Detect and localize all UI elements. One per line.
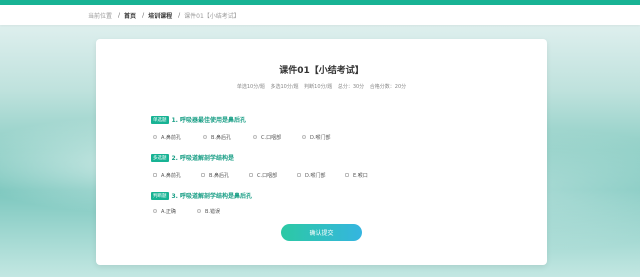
option-a[interactable]: A.鼻前孔 [153, 134, 203, 141]
option-e[interactable]: E.喉口 [345, 172, 385, 179]
breadcrumb-separator: / [178, 11, 181, 19]
breadcrumb-separator: / [142, 11, 145, 19]
radio-button[interactable] [153, 135, 157, 139]
option-label: D.喉门部 [305, 172, 326, 179]
checkbox[interactable] [153, 173, 157, 177]
option-c[interactable]: C.口咽部 [253, 134, 302, 141]
question-1: 单选题 1. 呼吸器最佳使用是鼻后孔 [151, 115, 246, 124]
checkbox[interactable] [201, 173, 205, 177]
radio-button[interactable] [153, 209, 157, 213]
question-type-badge: 单选题 [151, 115, 169, 124]
breadcrumb-current: 课件01【小结考试】 [184, 12, 240, 20]
question-3: 判断题 3. 呼吸道解剖学结构是鼻后孔 [151, 191, 252, 200]
option-c[interactable]: C.口咽部 [249, 172, 297, 179]
breadcrumb-separator: / [118, 11, 121, 19]
question-text: 2. 呼吸道解剖学结构是 [171, 155, 235, 162]
radio-button[interactable] [203, 135, 207, 139]
checkbox[interactable] [297, 173, 301, 177]
option-label: C.口咽部 [257, 172, 278, 179]
option-d[interactable]: D.喉门部 [302, 134, 352, 141]
radio-button[interactable] [253, 135, 257, 139]
breadcrumb-prefix: 当前位置 [88, 12, 113, 20]
option-label: B.错误 [205, 208, 221, 215]
option-a[interactable]: A.鼻前孔 [153, 172, 201, 179]
option-d[interactable]: D.喉门部 [297, 172, 345, 179]
exam-meta: 单选10分/题 多选10分/题 判断10分/题 总分：30分 合格分数：20分 [96, 83, 547, 90]
submit-button[interactable]: 确认提交 [281, 224, 362, 241]
exam-panel: 课件01【小结考试】 单选10分/题 多选10分/题 判断10分/题 总分：30… [96, 39, 547, 265]
meta-multi-score: 多选10分/题 [270, 84, 299, 90]
meta-total-score: 总分：30分 [337, 84, 365, 90]
breadcrumb-courses-link[interactable]: 培训课程 [148, 11, 172, 20]
radio-button[interactable] [302, 135, 306, 139]
option-label: D.喉门部 [310, 134, 331, 141]
radio-button[interactable] [197, 209, 201, 213]
exam-title: 课件01【小结考试】 [279, 66, 364, 76]
option-label: A.正确 [161, 208, 176, 215]
option-b[interactable]: B.鼻后孔 [203, 134, 253, 141]
meta-judge-score: 判断10分/题 [304, 84, 333, 90]
question-2-options: A.鼻前孔 B.鼻后孔 C.口咽部 D.喉门部 E.喉口 [153, 171, 385, 179]
question-type-badge: 判断题 [151, 191, 169, 200]
question-3-options: A.正确 B.错误 [153, 207, 241, 215]
option-true[interactable]: A.正确 [153, 208, 197, 215]
question-1-options: A.鼻前孔 B.鼻后孔 C.口咽部 D.喉门部 [153, 133, 352, 141]
breadcrumb: 当前位置 / 首页 / 培训课程 / 课件01【小结考试】 [88, 5, 240, 25]
breadcrumb-home-link[interactable]: 首页 [124, 11, 136, 20]
meta-single-score: 单选10分/题 [236, 84, 265, 90]
question-type-badge: 多选题 [151, 153, 169, 162]
option-false[interactable]: B.错误 [197, 208, 241, 215]
option-b[interactable]: B.鼻后孔 [201, 172, 249, 179]
option-label: C.口咽部 [261, 134, 282, 141]
option-label: B.鼻后孔 [209, 172, 230, 179]
question-text: 3. 呼吸道解剖学结构是鼻后孔 [171, 193, 253, 200]
option-label: A.鼻前孔 [161, 134, 181, 141]
checkbox[interactable] [249, 173, 253, 177]
meta-pass-score: 合格分数：20分 [369, 84, 407, 90]
option-label: E.喉口 [353, 172, 368, 179]
option-label: B.鼻后孔 [211, 134, 232, 141]
question-2: 多选题 2. 呼吸道解剖学结构是 [151, 153, 234, 162]
checkbox[interactable] [345, 173, 349, 177]
question-text: 1. 呼吸器最佳使用是鼻后孔 [171, 117, 247, 124]
option-label: A.鼻前孔 [161, 172, 181, 179]
